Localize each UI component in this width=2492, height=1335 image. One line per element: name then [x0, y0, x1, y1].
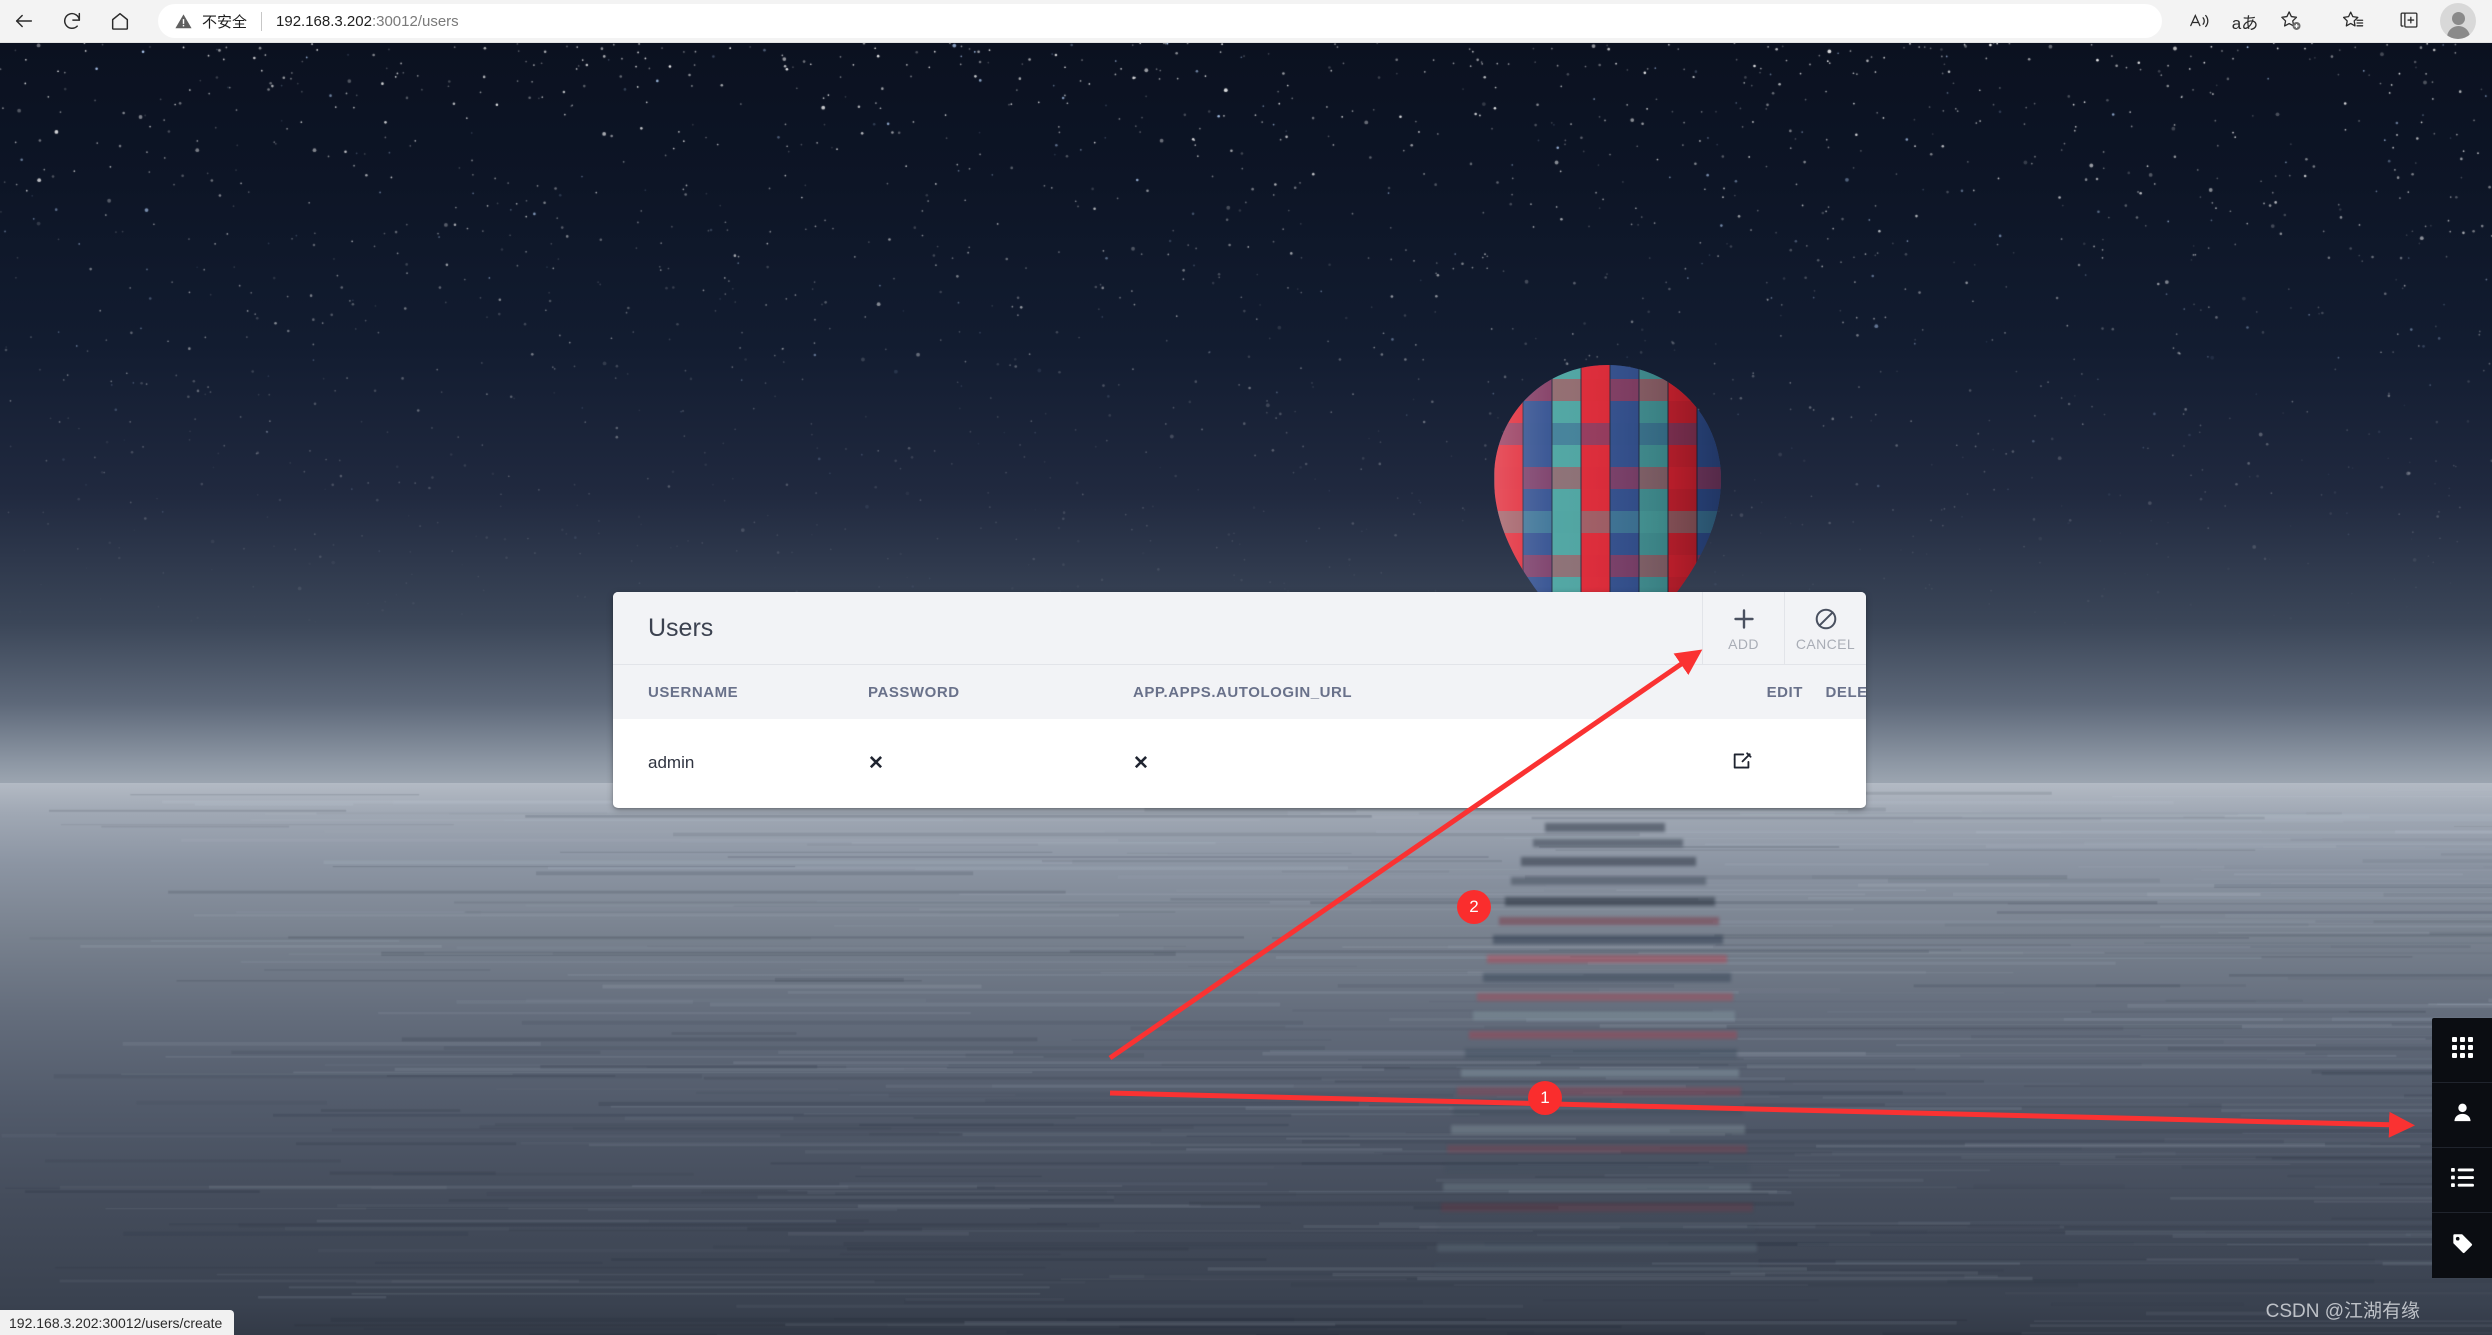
- grid-apps-icon: [2451, 1037, 2473, 1063]
- x-mark-icon: ✕: [868, 752, 884, 774]
- column-header-spacer: [1583, 665, 1723, 719]
- edit-pencil-icon[interactable]: [1731, 750, 1753, 772]
- cell-delete[interactable]: [1803, 719, 1866, 807]
- cell-autologin-url: ✕: [1133, 719, 1583, 807]
- column-header-password[interactable]: PASSWORD: [868, 665, 1133, 719]
- annotation-marker-2: 2: [1457, 890, 1491, 924]
- sidebar-item-users[interactable]: [2432, 1083, 2492, 1148]
- list-icon: [2450, 1167, 2474, 1193]
- add-button[interactable]: ADD: [1702, 592, 1784, 664]
- tag-icon: [2451, 1232, 2474, 1260]
- status-bar-url: 192.168.3.202:30012/users/create: [9, 1314, 223, 1331]
- status-bar: 192.168.3.202:30012/users/create: [0, 1310, 235, 1335]
- add-favorite-icon[interactable]: [2268, 3, 2314, 39]
- column-header-edit: EDIT: [1766, 683, 1803, 701]
- page-title: Users: [648, 613, 714, 642]
- browser-actions: aあ: [2176, 3, 2492, 39]
- back-arrow-icon[interactable]: [0, 3, 48, 39]
- cancel-button[interactable]: CANCEL: [1784, 592, 1866, 664]
- person-icon: [2451, 1101, 2474, 1129]
- card-header: Users ADD CANCEL: [613, 592, 1866, 665]
- page-viewport: Users ADD CANCEL USERNAME PASSWORD APP.A…: [0, 43, 2492, 1335]
- cell-spacer: [1583, 719, 1723, 807]
- cell-username: admin: [648, 753, 695, 772]
- cancel-button-label: CANCEL: [1795, 635, 1856, 652]
- column-header-autologin-url[interactable]: APP.APPS.AUTOLOGIN_URL: [1133, 665, 1583, 719]
- table-row[interactable]: admin ✕ ✕: [613, 719, 1866, 807]
- browser-toolbar: 不安全 192.168.3.202:30012/users aあ: [0, 0, 2492, 43]
- right-sidebar: [2432, 1018, 2492, 1278]
- csdn-watermark: CSDN @江湖有缘: [2265, 1301, 2420, 1322]
- column-header-username[interactable]: USERNAME: [613, 665, 868, 719]
- column-header-delete: DELETE: [1825, 683, 1866, 701]
- sidebar-item-apps[interactable]: [2432, 1018, 2492, 1083]
- annotation-marker-1: 1: [1528, 1081, 1562, 1115]
- stars-layer: [0, 43, 2492, 663]
- address-divider: [261, 11, 263, 31]
- warning-triangle-icon: [174, 12, 193, 31]
- collections-icon[interactable]: [2386, 3, 2432, 39]
- read-aloud-icon[interactable]: [2176, 3, 2222, 39]
- users-table: USERNAME PASSWORD APP.APPS.AUTOLOGIN_URL…: [613, 665, 1866, 807]
- home-icon[interactable]: [96, 3, 144, 39]
- favorites-icon[interactable]: [2330, 3, 2376, 39]
- url-text: 192.168.3.202:30012/users: [276, 13, 459, 30]
- plus-icon: [1731, 605, 1757, 633]
- table-head: USERNAME PASSWORD APP.APPS.AUTOLOGIN_URL…: [613, 665, 1866, 719]
- table-header-row: USERNAME PASSWORD APP.APPS.AUTOLOGIN_URL…: [613, 665, 1866, 719]
- cell-password: ✕: [868, 719, 1133, 807]
- table-body: admin ✕ ✕: [613, 719, 1866, 807]
- url-path: :30012/users: [371, 12, 459, 30]
- sidebar-item-tags[interactable]: [2432, 1213, 2492, 1278]
- sidebar-item-list[interactable]: [2432, 1148, 2492, 1213]
- x-mark-icon: ✕: [1133, 752, 1149, 774]
- cell-edit[interactable]: [1723, 719, 1803, 807]
- balloon-reflection: [1435, 823, 1759, 1271]
- security-status-label: 不安全: [202, 13, 248, 31]
- add-button-label: ADD: [1728, 635, 1759, 652]
- refresh-icon[interactable]: [48, 3, 96, 39]
- profile-avatar[interactable]: [2440, 3, 2476, 39]
- translate-icon[interactable]: aあ: [2222, 3, 2268, 39]
- users-card: Users ADD CANCEL USERNAME PASSWORD APP.A…: [613, 592, 1866, 808]
- address-bar[interactable]: 不安全 192.168.3.202:30012/users: [158, 4, 2162, 38]
- water-streaks-layer: [0, 783, 2492, 1335]
- cancel-circle-icon: [1813, 605, 1839, 633]
- url-host: 192.168.3.202: [276, 12, 372, 30]
